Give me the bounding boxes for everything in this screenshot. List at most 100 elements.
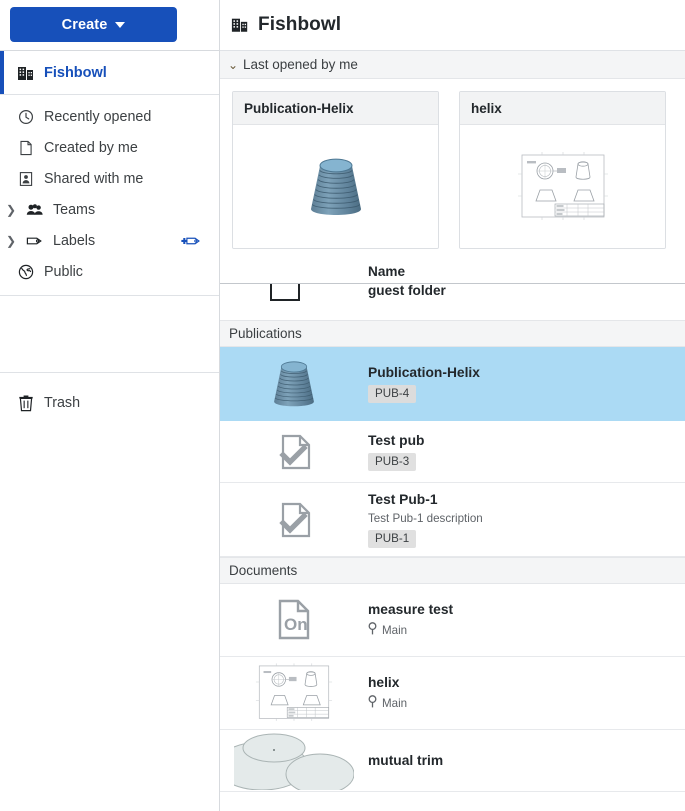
company-building-icon	[231, 16, 249, 34]
clock-icon	[17, 108, 35, 126]
onshape-documents-page: Create Fishbowl Recently opened Created …	[0, 0, 685, 811]
sidebar-item-labels[interactable]: ❯ Labels	[0, 225, 219, 256]
list-row-guest-folder[interactable]: guest folder	[220, 283, 685, 320]
documents-list: Name guest folder Publications Publicati…	[220, 259, 685, 792]
row-location: Main	[368, 695, 685, 711]
page-title: Fishbowl	[258, 14, 342, 35]
create-button-container: Create	[0, 0, 219, 50]
row-thumbnail	[220, 496, 356, 544]
row-meta: mutual trim	[356, 753, 685, 768]
sidebar-item-trash[interactable]: Trash	[0, 383, 219, 423]
row-meta: measure test Main	[356, 602, 685, 638]
last-opened-label: Last opened by me	[243, 57, 358, 72]
cone-3d-blue-icon	[310, 158, 361, 215]
list-row-helix[interactable]: helix Main	[220, 657, 685, 730]
group-header-documents[interactable]: Documents	[220, 557, 685, 584]
list-row-test-pub[interactable]: Test pub PUB-3	[220, 421, 685, 483]
pin-icon	[368, 695, 377, 711]
sidebar-item-label: Recently opened	[44, 108, 152, 125]
onshape-doc-icon: On	[278, 599, 310, 640]
svg-text:On: On	[284, 615, 308, 634]
row-thumbnail	[220, 660, 356, 726]
row-thumbnail	[220, 428, 356, 476]
main-content: Fishbowl ⌄ Last opened by me Publication…	[220, 0, 685, 811]
status-badge: PUB-4	[368, 384, 417, 403]
status-badge: PUB-3	[368, 452, 417, 471]
chevron-down-icon[interactable]: ⌄	[227, 59, 239, 71]
sidebar-item-label: Teams	[53, 201, 96, 218]
chevron-right-icon[interactable]: ❯	[5, 235, 17, 247]
sidebar-item-public[interactable]: Public	[0, 256, 219, 287]
list-row-name: Test Pub-1	[368, 491, 438, 507]
pin-icon	[368, 622, 377, 638]
list-row-name: measure test	[368, 602, 454, 617]
recent-card-thumbnail	[460, 125, 665, 248]
chevron-right-icon[interactable]: ❯	[5, 204, 17, 216]
row-location-label: Main	[382, 696, 408, 710]
status-badge: PUB-1	[368, 529, 417, 548]
row-thumbnail	[220, 732, 356, 790]
recent-card-publication-helix[interactable]: Publication-Helix	[232, 91, 439, 249]
recent-card-helix[interactable]: helix	[459, 91, 666, 249]
row-location-label: Main	[382, 623, 408, 637]
doc-check-icon	[279, 502, 311, 537]
list-row-name: mutual trim	[368, 753, 444, 768]
sidebar-item-label: Shared with me	[44, 170, 144, 187]
list-row-description: Test Pub-1 description	[368, 511, 483, 525]
row-location: Main	[368, 622, 685, 638]
recent-card-header: Publication-Helix	[233, 92, 438, 125]
globe-icon	[17, 263, 35, 281]
sidebar-empty-region	[0, 295, 219, 373]
drawing-sheet-icon	[253, 660, 335, 726]
sidebar-item-fishbowl[interactable]: Fishbowl	[0, 51, 219, 95]
cone-3d-blue-icon	[274, 360, 314, 406]
caret-down-icon	[115, 21, 126, 28]
group-header-publications[interactable]: Publications	[220, 320, 685, 347]
list-row-measure-test[interactable]: On measure test Main	[220, 584, 685, 657]
row-meta: Publication-Helix PUB-4	[356, 365, 685, 403]
recent-card-title: helix	[471, 100, 502, 116]
teams-people-icon	[26, 201, 44, 219]
sidebar-item-label: Labels	[53, 232, 96, 249]
list-row-mutual-trim[interactable]: mutual trim	[220, 730, 685, 792]
sidebar-item-created-by-me[interactable]: Created by me	[0, 132, 219, 163]
list-row-test-pub-1[interactable]: Test Pub-1 Test Pub-1 description PUB-1	[220, 483, 685, 557]
drawing-sheet-icon	[514, 148, 611, 225]
sidebar-item-label: Public	[44, 263, 83, 280]
row-meta: Test Pub-1 Test Pub-1 description PUB-1	[356, 492, 685, 548]
sidebar: Create Fishbowl Recently opened Created …	[0, 0, 220, 811]
row-meta: helix Main	[356, 675, 685, 711]
sidebar-item-shared-with-me[interactable]: Shared with me	[0, 163, 219, 194]
list-row-name: Test pub	[368, 432, 425, 448]
list-row-name: guest folder	[368, 283, 446, 298]
page-header: Fishbowl	[220, 0, 685, 51]
last-opened-section-header[interactable]: ⌄ Last opened by me	[220, 51, 685, 79]
recent-card-header: helix	[460, 92, 665, 125]
company-building-icon	[17, 64, 35, 82]
sidebar-item-label: Created by me	[44, 139, 138, 156]
ellipses-sketch-icon	[234, 733, 354, 790]
create-button[interactable]: Create	[10, 7, 177, 42]
document-icon	[17, 139, 35, 157]
list-column-header: Name	[220, 259, 685, 283]
folder-icon	[267, 284, 303, 304]
list-row-name: helix	[368, 675, 400, 690]
doc-check-icon	[279, 434, 311, 469]
recent-card-thumbnail	[233, 125, 438, 248]
sidebar-item-recently-opened[interactable]: Recently opened	[0, 101, 219, 132]
shared-person-icon	[17, 170, 35, 188]
sidebar-nav-list: Recently opened Created by me Shared wit…	[0, 95, 219, 287]
row-thumbnail	[220, 349, 356, 419]
group-header-label: Documents	[229, 563, 298, 578]
list-row-name: Publication-Helix	[368, 364, 480, 380]
sidebar-item-teams[interactable]: ❯ Teams	[0, 194, 219, 225]
trash-icon	[17, 394, 35, 412]
group-header-label: Publications	[229, 326, 302, 341]
add-label-icon[interactable]	[181, 234, 201, 248]
row-meta: Test pub PUB-3	[356, 433, 685, 471]
sidebar-item-label: Trash	[44, 395, 81, 411]
list-row-publication-helix[interactable]: Publication-Helix PUB-4	[220, 347, 685, 421]
recent-card-title: Publication-Helix	[244, 100, 354, 116]
sidebar-item-fishbowl-label: Fishbowl	[44, 64, 107, 81]
column-header-name: Name	[368, 263, 406, 279]
